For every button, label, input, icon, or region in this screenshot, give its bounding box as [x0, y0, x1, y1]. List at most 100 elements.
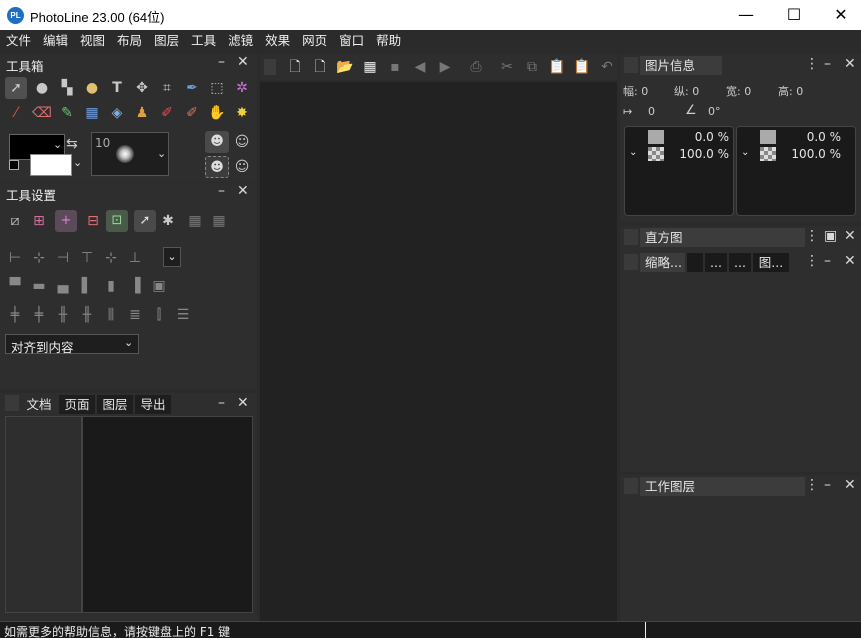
close-button[interactable]: ✕ — [818, 0, 861, 30]
select-mode-icon[interactable]: ⧄ — [4, 210, 26, 232]
panel-close-icon[interactable]: ✕ — [237, 395, 249, 411]
ellipse-select-icon[interactable]: ● — [31, 77, 53, 99]
menu-help[interactable]: 帮助 — [376, 30, 401, 49]
tab-more-1[interactable]: ... — [705, 253, 727, 272]
dodge-icon[interactable]: ✋ — [206, 102, 228, 124]
magic-wand-icon[interactable]: ✲ — [231, 77, 253, 99]
minimize-button[interactable]: — — [723, 0, 769, 30]
distribute-top-icon[interactable]: ▀ — [4, 275, 26, 297]
light-icon[interactable]: ✸ — [231, 102, 253, 124]
panel-close-icon[interactable]: ✕ — [237, 54, 249, 70]
more-options-icon[interactable]: ⋮ — [805, 253, 819, 269]
panel-close-icon[interactable]: ✕ — [237, 183, 249, 199]
menu-layout[interactable]: 布局 — [117, 30, 142, 49]
gear-icon[interactable]: ✱ — [157, 210, 179, 232]
panel-minimize-icon[interactable]: – — [218, 395, 225, 411]
canvas-area[interactable] — [260, 82, 617, 622]
new-document-icon[interactable]: 🗋 — [284, 56, 306, 78]
select-arrow-icon[interactable]: ➚ — [5, 77, 27, 99]
shape-icon[interactable]: ● — [81, 77, 103, 99]
new-page-icon[interactable]: 🗋 — [309, 56, 331, 78]
panel-minimize-icon[interactable]: – — [218, 183, 225, 199]
chevron-down-icon[interactable]: ⌄ — [73, 156, 82, 169]
distribute-right-icon[interactable]: ▐ — [124, 275, 146, 297]
smudge-icon[interactable]: ✐ — [156, 102, 178, 124]
center-icon[interactable]: ▣ — [148, 275, 170, 297]
rect-select-icon[interactable]: ⬚ — [206, 77, 228, 99]
panel-minimize-icon[interactable]: – — [824, 253, 831, 269]
gradient-icon[interactable]: ▦ — [81, 102, 103, 124]
panel-grip[interactable] — [624, 57, 638, 73]
more-options-icon[interactable]: ⋮ — [805, 56, 819, 72]
maximize-icon[interactable]: ▣ — [824, 228, 837, 244]
brush-preview[interactable]: 10 ⌄ — [91, 132, 169, 176]
grid-icon[interactable]: ▦ — [184, 210, 206, 232]
tab-documents[interactable]: 文档 — [22, 395, 56, 414]
crop-icon[interactable]: ⌗ — [156, 77, 178, 99]
panel-close-icon[interactable]: ✕ — [844, 477, 856, 493]
add-mode-icon[interactable]: + — [55, 210, 77, 232]
transform-icon[interactable]: ✥ — [131, 77, 153, 99]
align-top-icon[interactable]: ⊤ — [76, 247, 98, 269]
open-grid-icon[interactable]: ▦ — [359, 56, 381, 78]
chevron-down-icon[interactable]: ⌄ — [629, 147, 637, 158]
distribute-center-icon[interactable]: ▮ — [100, 275, 122, 297]
toolbar-grip[interactable] — [264, 59, 276, 75]
more-options-icon[interactable]: ⋮ — [805, 477, 819, 493]
equal-h-icon[interactable]: ⫼ — [100, 304, 122, 326]
eraser-icon[interactable]: ⌫ — [31, 102, 53, 124]
mask-options-icon[interactable]: ☺ — [231, 156, 253, 178]
panel-minimize-icon[interactable]: – — [218, 54, 225, 70]
pen-icon[interactable]: ✒ — [181, 77, 203, 99]
tab-layers[interactable]: 图层 — [97, 395, 133, 414]
align-dropdown[interactable]: ⌄ — [163, 247, 181, 267]
tab-image[interactable]: 图... — [753, 253, 789, 272]
tab-export[interactable]: 导出 — [135, 395, 171, 414]
maximize-button[interactable]: ☐ — [771, 0, 817, 30]
panel-minimize-icon[interactable]: – — [824, 477, 831, 493]
align-right-icon[interactable]: ⊣ — [52, 247, 74, 269]
space-h2-icon[interactable]: ╪ — [28, 304, 50, 326]
forward-arrow-icon[interactable]: ▶ — [434, 56, 456, 78]
grid-plus-icon[interactable]: ▦ — [208, 210, 230, 232]
distribute-bottom-icon[interactable]: ▄ — [52, 275, 74, 297]
menu-tools[interactable]: 工具 — [191, 30, 216, 49]
subtract-mode-icon[interactable]: ⊟ — [82, 210, 104, 232]
fit-width-icon[interactable]: ⫿ — [148, 304, 170, 326]
panel-grip[interactable] — [5, 395, 19, 411]
menu-window[interactable]: 窗口 — [339, 30, 364, 49]
clone-icon[interactable]: ✎ — [56, 102, 78, 124]
menu-filter[interactable]: 滤镜 — [228, 30, 253, 49]
documents-list[interactable] — [5, 416, 82, 613]
panel-minimize-icon[interactable]: – — [824, 56, 831, 72]
menu-web[interactable]: 网页 — [302, 30, 327, 49]
panel-grip[interactable] — [624, 254, 638, 270]
tab-thumbnail[interactable]: 缩略... — [640, 253, 685, 272]
distribute-left-icon[interactable]: ▌ — [76, 275, 98, 297]
menu-file[interactable]: 文件 — [6, 30, 31, 49]
mask-edit-icon[interactable]: ☺ — [231, 131, 253, 153]
menu-layer[interactable]: 图层 — [154, 30, 179, 49]
chevron-down-icon[interactable]: ⌄ — [53, 138, 62, 151]
grid-mode-icon[interactable]: ⊞ — [28, 210, 50, 232]
mask-mode-icon[interactable]: ☻ — [205, 131, 229, 153]
distribute-mid-icon[interactable]: ▬ — [28, 275, 50, 297]
open-folder-icon[interactable]: 📂 — [334, 56, 356, 78]
menu-effects[interactable]: 效果 — [265, 30, 290, 49]
space-v-icon[interactable]: ╫ — [52, 304, 74, 326]
tab-pages[interactable]: 页面 — [59, 395, 95, 414]
cut-icon[interactable]: ✂ — [496, 56, 518, 78]
align-left-icon[interactable]: ⊢ — [4, 247, 26, 269]
background-color-swatch[interactable] — [30, 154, 72, 176]
swap-colors-icon[interactable]: ⇆ — [66, 136, 78, 152]
tab-more-2[interactable]: ... — [729, 253, 751, 272]
panel-grip[interactable] — [624, 478, 638, 494]
fill-bucket-icon[interactable]: ◈ — [106, 102, 128, 124]
panel-close-icon[interactable]: ✕ — [844, 228, 856, 244]
align-vcenter-icon[interactable]: ⊹ — [100, 247, 122, 269]
print-icon[interactable]: ⎙ — [465, 56, 487, 78]
panel-close-icon[interactable]: ✕ — [844, 56, 856, 72]
tab-blank[interactable] — [687, 253, 703, 272]
panel-close-icon[interactable]: ✕ — [844, 253, 856, 269]
default-colors-icon[interactable] — [9, 160, 19, 170]
